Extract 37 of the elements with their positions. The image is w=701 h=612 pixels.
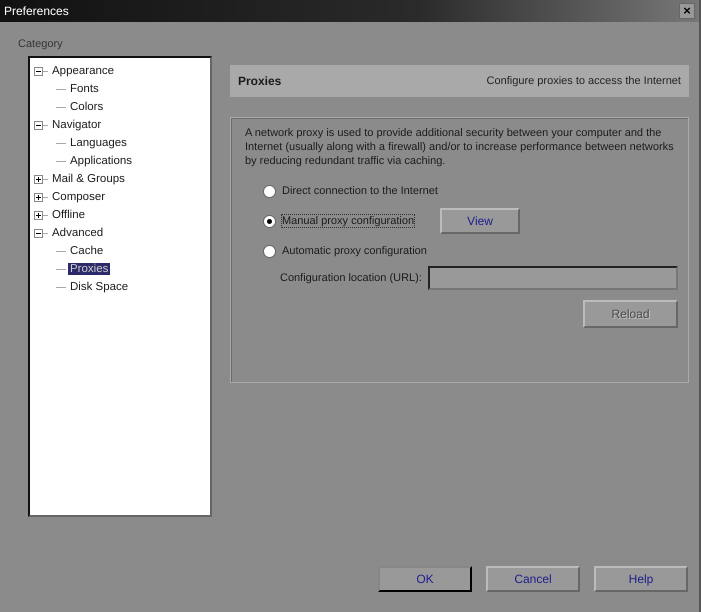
tree-item[interactable]: Appearance — [50, 65, 116, 77]
collapse-icon[interactable] — [34, 66, 43, 76]
option-label[interactable]: Automatic proxy configuration — [282, 245, 427, 257]
tree-item[interactable]: Applications — [68, 155, 134, 167]
tree-item[interactable]: Languages — [68, 137, 129, 149]
option-label[interactable]: Direct connection to the Internet — [282, 185, 438, 197]
option-label[interactable]: Manual proxy configuration — [282, 215, 414, 227]
tree-item[interactable]: Proxies — [68, 263, 110, 275]
close-button[interactable]: × — [679, 3, 695, 19]
url-field[interactable] — [428, 266, 678, 290]
tree-item[interactable]: Composer — [50, 191, 108, 203]
radio-button[interactable] — [263, 184, 276, 198]
expand-icon[interactable] — [34, 174, 43, 184]
tree-item[interactable]: Navigator — [50, 119, 104, 131]
dialog-button[interactable]: Help — [594, 566, 688, 592]
collapse-icon[interactable] — [34, 228, 43, 238]
expand-icon[interactable] — [34, 192, 43, 202]
radio-button[interactable] — [263, 244, 276, 258]
expand-icon[interactable] — [34, 210, 43, 220]
tree-item[interactable]: Advanced — [50, 227, 106, 239]
tree-item[interactable]: Mail & Groups — [50, 173, 127, 185]
category-label: Category — [18, 38, 64, 50]
collapse-icon[interactable] — [34, 120, 43, 130]
description-text: A network proxy is used to provide additional security between your computer and the Internet (usually along with a firewall) and/or to increase performance between networks by reducing redundant traffic via caching. — [245, 126, 675, 168]
tree-item[interactable]: Offline — [50, 209, 88, 221]
url-label: Configuration location (URL): — [280, 272, 422, 284]
panel-description: Configure proxies to access the Internet — [486, 75, 681, 87]
tree-item[interactable]: Cache — [68, 245, 106, 257]
radio-button[interactable] — [263, 214, 276, 228]
tree-item[interactable]: Fonts — [68, 83, 101, 95]
tree-item[interactable]: Colors — [68, 101, 106, 113]
dialog-button[interactable]: Cancel — [486, 566, 580, 592]
panel-title: Proxies — [238, 74, 282, 88]
view-button[interactable]: View — [440, 208, 520, 234]
tree-item[interactable]: Disk Space — [68, 281, 130, 293]
window-title: Preferences — [4, 4, 69, 18]
dialog-button[interactable]: OK — [378, 566, 472, 592]
